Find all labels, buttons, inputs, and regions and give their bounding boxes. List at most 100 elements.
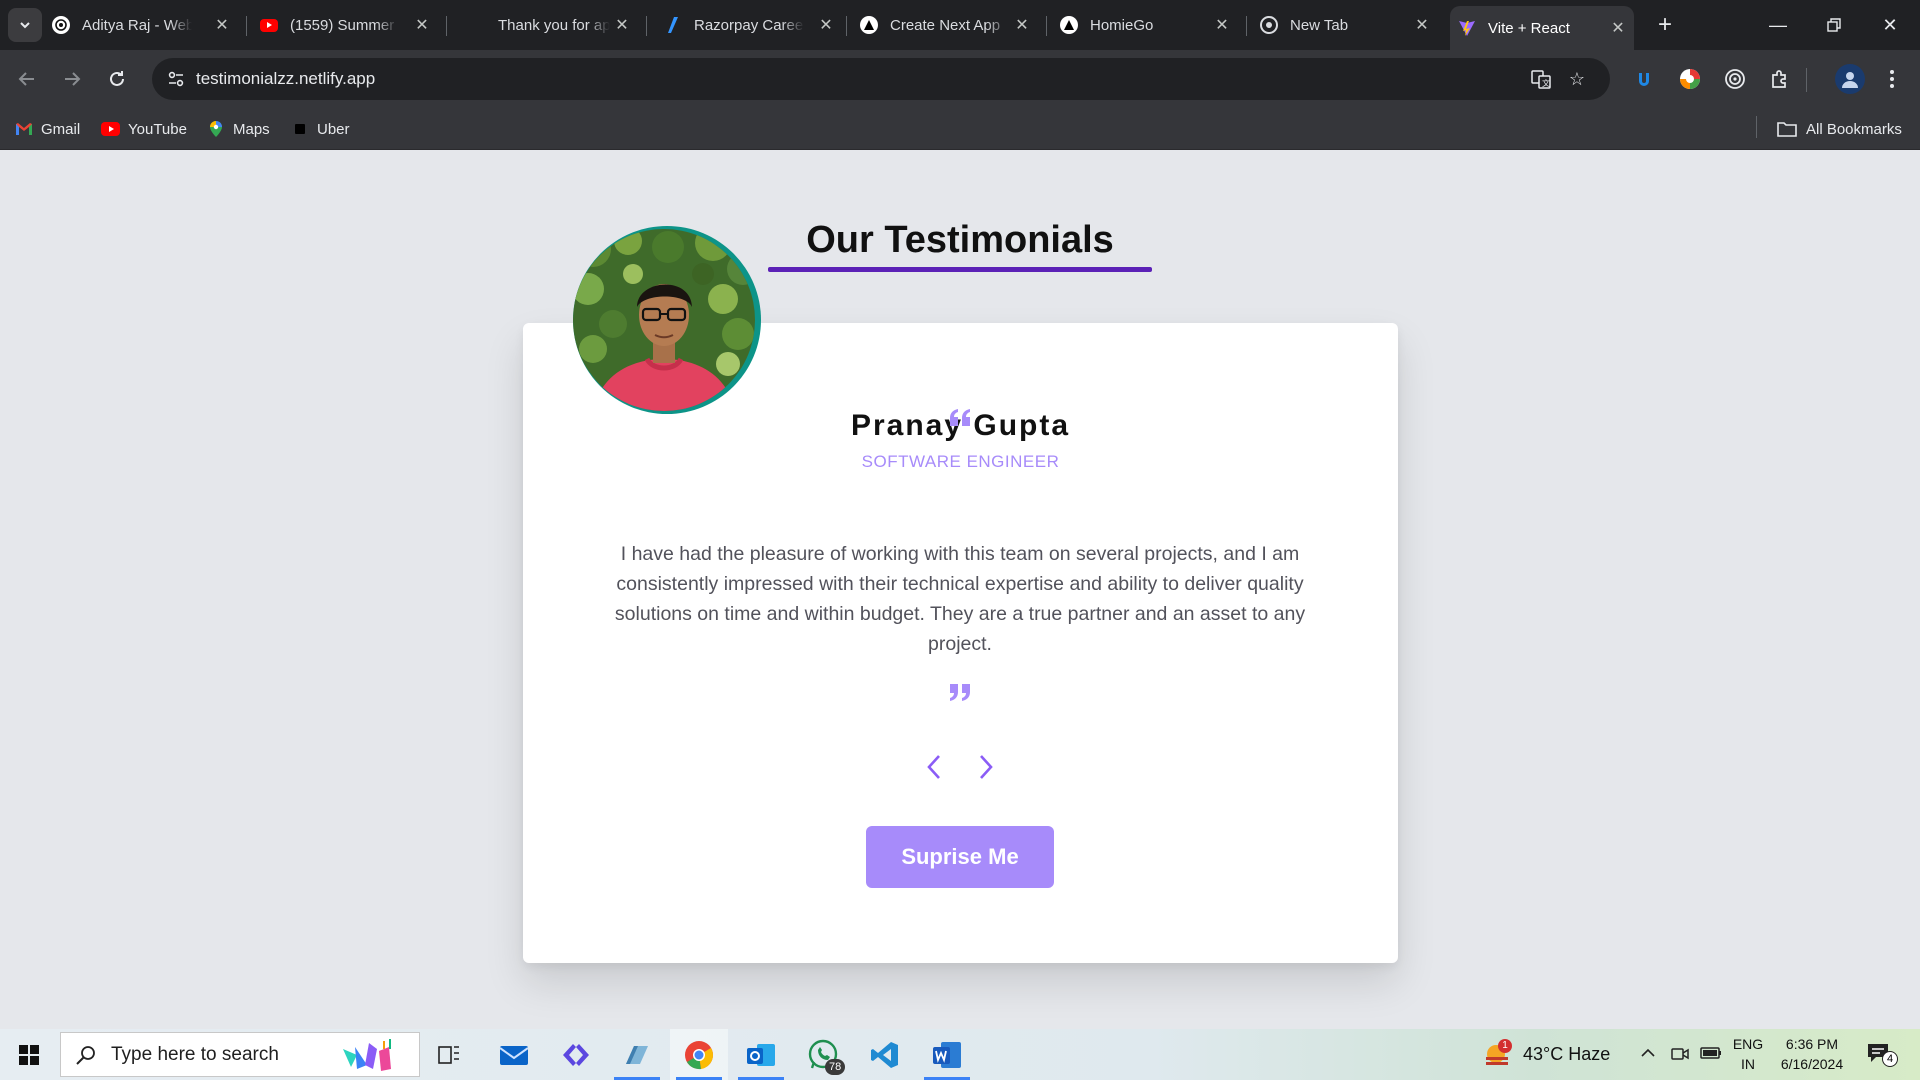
restore-button[interactable] xyxy=(1806,0,1862,50)
bookmarks-divider xyxy=(1756,116,1757,138)
profile-icon xyxy=(1842,72,1858,88)
close-window-button[interactable]: ✕ xyxy=(1862,0,1918,50)
chrome-icon xyxy=(1260,16,1278,34)
bookmark-youtube[interactable]: YouTube xyxy=(101,118,187,140)
close-icon[interactable]: ✕ xyxy=(412,15,432,35)
language-code: ENG xyxy=(1732,1036,1764,1052)
prev-button[interactable] xyxy=(920,752,948,782)
vscode-icon xyxy=(871,1041,898,1068)
minimize-button[interactable]: — xyxy=(1750,0,1806,50)
profile-avatar[interactable] xyxy=(1835,64,1865,94)
browser-menu-button[interactable] xyxy=(1880,67,1904,91)
weather-alert-badge: 1 xyxy=(1498,1039,1512,1053)
bookmark-gmail[interactable]: Gmail xyxy=(15,118,80,140)
tab-aditya[interactable]: Aditya Raj - Web ✕ xyxy=(52,8,238,42)
next-button[interactable] xyxy=(972,752,1000,782)
tab-divider xyxy=(646,16,647,36)
notification-count: 4 xyxy=(1882,1051,1898,1067)
bookmark-maps[interactable]: Maps xyxy=(207,118,270,140)
page-title: Our Testimonials xyxy=(806,219,1114,261)
close-icon[interactable]: ✕ xyxy=(1608,18,1628,38)
extensions-puzzle-icon[interactable] xyxy=(1768,67,1792,91)
meet-now-icon[interactable] xyxy=(1670,1044,1690,1069)
bookmark-uber[interactable]: Uber xyxy=(291,118,350,140)
address-bar[interactable]: testimonialzz.netlify.app 文 ☆ xyxy=(152,58,1610,100)
taskbar-vscode[interactable] xyxy=(856,1029,914,1080)
bookmark-label: Gmail xyxy=(41,120,81,138)
tab-razorpay[interactable]: Razorpay Career ✕ xyxy=(664,8,842,42)
clock[interactable]: 6:36 PM 6/16/2024 xyxy=(1774,1034,1850,1074)
taskbar-word[interactable] xyxy=(918,1029,976,1080)
tab-search-button[interactable] xyxy=(8,8,42,42)
chevron-left-icon xyxy=(927,755,940,779)
word-icon xyxy=(933,1041,961,1068)
bookmarks-bar: Gmail YouTube Maps Uber All Bookmarks xyxy=(0,108,1920,150)
site-info-icon[interactable] xyxy=(166,69,186,89)
show-hidden-icons[interactable] xyxy=(1640,1045,1656,1066)
translate-icon[interactable]: 文 xyxy=(1530,68,1552,90)
taskbar-app-blue[interactable] xyxy=(608,1029,666,1080)
language-indicator[interactable]: ENG IN xyxy=(1730,1034,1766,1074)
tab-vite-react[interactable]: Vite + React ✕ xyxy=(1450,6,1634,50)
close-icon[interactable]: ✕ xyxy=(816,15,836,35)
taskbar-devtool[interactable] xyxy=(547,1029,605,1080)
forward-button[interactable] xyxy=(57,64,87,94)
windows-icon xyxy=(19,1044,39,1065)
taskbar-whatsapp[interactable]: 78 xyxy=(794,1029,852,1080)
page-viewport: Our Testimonials Pranay Gupta SOFTWARE E… xyxy=(0,151,1920,1029)
razorpay-icon xyxy=(664,16,682,34)
tab-create-next-app[interactable]: Create Next App ✕ xyxy=(860,8,1038,42)
weather-icon[interactable]: 1 xyxy=(1482,1039,1512,1069)
search-highlight-icon xyxy=(343,1039,391,1071)
extension-target-icon[interactable] xyxy=(1723,67,1747,91)
close-icon[interactable]: ✕ xyxy=(612,15,632,35)
reload-button[interactable] xyxy=(102,64,132,94)
arrow-right-icon xyxy=(65,72,81,86)
all-bookmarks-label: All Bookmarks xyxy=(1806,120,1902,138)
tab-new-tab[interactable]: New Tab ✕ xyxy=(1260,8,1438,42)
tab-divider xyxy=(1246,16,1247,36)
tab-title: Create Next App xyxy=(890,16,1001,34)
taskbar-chrome[interactable] xyxy=(670,1029,728,1080)
tab-thank-you[interactable]: Thank you for ap ✕ xyxy=(460,8,638,42)
back-button[interactable] xyxy=(12,64,42,94)
chevron-up-icon xyxy=(1641,1048,1655,1057)
close-icon[interactable]: ✕ xyxy=(1412,15,1432,35)
uber-icon xyxy=(291,121,309,137)
new-tab-button[interactable]: + xyxy=(1650,10,1680,40)
bookmark-star-icon[interactable]: ☆ xyxy=(1566,68,1588,90)
weather-text[interactable]: 43°C Haze xyxy=(1523,1044,1610,1065)
extension-color-icon[interactable] xyxy=(1678,67,1702,91)
maps-icon xyxy=(207,121,225,137)
taskbar-outlook[interactable] xyxy=(732,1029,790,1080)
address-url[interactable]: testimonialzz.netlify.app xyxy=(196,69,375,89)
taskbar-search[interactable]: Type here to search xyxy=(60,1032,420,1077)
tab-title: (1559) Summer I xyxy=(290,16,398,34)
tab-divider xyxy=(446,16,447,36)
bookmark-label: Maps xyxy=(233,120,270,138)
tab-youtube[interactable]: (1559) Summer I ✕ xyxy=(260,8,438,42)
battery-icon[interactable] xyxy=(1700,1045,1722,1066)
start-button[interactable] xyxy=(0,1029,58,1080)
close-icon[interactable]: ✕ xyxy=(1212,15,1232,35)
close-icon[interactable]: ✕ xyxy=(212,15,232,35)
tab-homiego[interactable]: HomieGo ✕ xyxy=(1060,8,1238,42)
notifications-button[interactable]: 4 xyxy=(1866,1041,1900,1069)
browser-toolbar: testimonialzz.netlify.app 文 ☆ xyxy=(0,50,1920,108)
svg-text:文: 文 xyxy=(1542,78,1550,88)
tab-title: New Tab xyxy=(1290,16,1349,34)
surprise-me-button[interactable]: Suprise Me xyxy=(866,826,1054,888)
folder-icon xyxy=(1776,121,1798,137)
taskbar-mail[interactable] xyxy=(485,1029,543,1080)
tab-title: HomieGo xyxy=(1090,16,1154,34)
tab-divider xyxy=(1046,16,1047,36)
vite-icon xyxy=(1458,19,1476,37)
youtube-icon xyxy=(260,18,278,32)
task-view-button[interactable] xyxy=(420,1029,478,1080)
all-bookmarks[interactable]: All Bookmarks xyxy=(1776,118,1902,140)
chrome-icon xyxy=(685,1040,713,1069)
close-icon[interactable]: ✕ xyxy=(1012,15,1032,35)
avatar xyxy=(573,229,755,411)
arrow-left-icon xyxy=(18,72,34,86)
extension-blue-icon[interactable] xyxy=(1633,67,1657,91)
